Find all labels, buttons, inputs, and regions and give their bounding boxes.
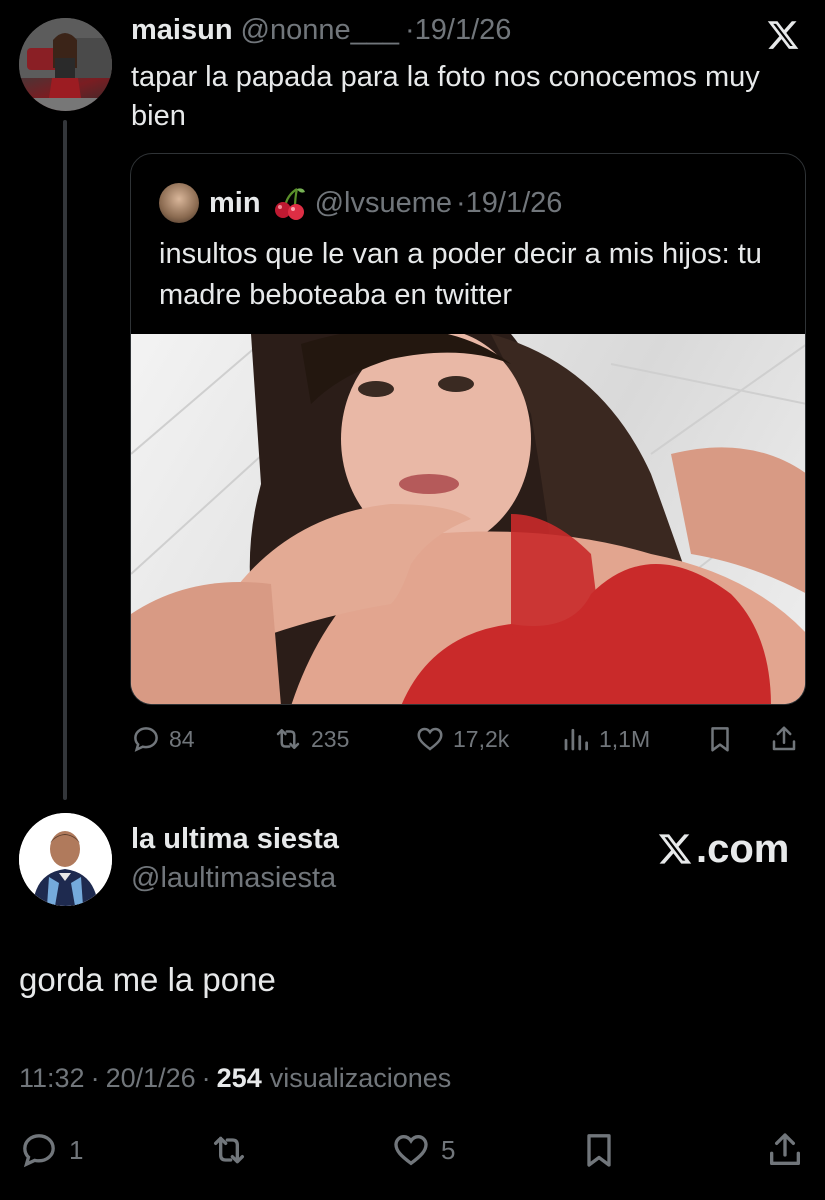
views-icon xyxy=(564,728,588,751)
author-avatar[interactable] xyxy=(19,18,112,111)
views-count: 1,1M xyxy=(599,725,651,752)
quoted-tweet[interactable]: min @lvsueme · 19/1/26 insultos que le v… xyxy=(130,153,806,705)
bookmark-icon xyxy=(711,727,729,752)
views-button[interactable]: 1,1M xyxy=(561,724,650,754)
reply-icon xyxy=(23,1134,55,1168)
reply-actions: 1 5 xyxy=(19,1130,809,1174)
reply-count: 84 xyxy=(169,725,195,752)
reply-views-label: visualizaciones xyxy=(269,1063,452,1093)
heart-icon xyxy=(394,1134,428,1166)
reply-text: gorda me la pone xyxy=(19,961,276,998)
reply-author-handle[interactable]: @laultimasiesta xyxy=(131,862,336,895)
separator-dot: · xyxy=(201,1063,211,1093)
reply-views-count: 254 xyxy=(216,1063,262,1093)
retweet-count: 235 xyxy=(311,725,350,752)
tweet-actions: 84 235 17,2k 1,1M xyxy=(131,724,811,760)
reply-button[interactable]: 84 xyxy=(131,724,195,754)
retweet-icon xyxy=(276,729,300,749)
share-icon xyxy=(770,1133,800,1165)
quoted-tweet-text: insultos que le van a poder decir a mis … xyxy=(159,238,762,311)
tweet-photo[interactable] xyxy=(131,334,805,704)
quoted-author-name[interactable]: min xyxy=(209,187,261,220)
reply-count: 1 xyxy=(69,1134,84,1165)
like-button[interactable]: 5 xyxy=(391,1130,455,1170)
x-logo-icon xyxy=(658,834,692,864)
share-button[interactable] xyxy=(769,724,807,754)
bookmark-button[interactable] xyxy=(579,1130,629,1170)
separator-dot: · xyxy=(90,1063,100,1093)
reply-meta: 11:32 · 20/1/26 · 254 visualizaciones xyxy=(19,1063,451,1094)
quoted-author-avatar[interactable] xyxy=(159,183,199,223)
retweet-button[interactable]: 235 xyxy=(273,724,349,754)
reply-author-avatar[interactable] xyxy=(19,813,112,906)
like-button[interactable]: 17,2k xyxy=(415,724,509,754)
share-button[interactable] xyxy=(765,1130,815,1170)
like-count: 17,2k xyxy=(453,725,510,752)
author-name[interactable]: maisun xyxy=(131,14,233,47)
cherries-icon xyxy=(271,185,307,221)
brand-text: .com xyxy=(696,826,790,871)
author-handle[interactable]: @nonne___ xyxy=(241,14,399,47)
reply-author-name[interactable]: la ultima siesta xyxy=(131,823,339,856)
tweet-header: maisun @nonne___ · 19/1/26 xyxy=(131,14,511,47)
quoted-tweet-header: min @lvsueme · 19/1/26 xyxy=(209,185,562,221)
reply-icon xyxy=(134,727,158,752)
x-com-watermark: .com xyxy=(656,826,789,872)
reply-time[interactable]: 11:32 xyxy=(19,1063,85,1094)
bookmark-button[interactable] xyxy=(705,724,743,754)
tweet-date[interactable]: 19/1/26 xyxy=(415,14,512,47)
retweet-icon xyxy=(214,1136,244,1164)
reply-date[interactable]: 20/1/26 xyxy=(106,1063,196,1094)
thread-line xyxy=(63,120,67,800)
x-logo-icon xyxy=(764,18,802,52)
bookmark-icon xyxy=(587,1134,611,1167)
retweet-button[interactable] xyxy=(209,1130,259,1170)
quoted-author-handle[interactable]: @lvsueme xyxy=(315,187,452,220)
heart-icon xyxy=(417,727,443,751)
reply-button[interactable]: 1 xyxy=(19,1130,83,1170)
separator-dot: · xyxy=(456,186,466,219)
tweet-text: tapar la papada para la foto nos conocem… xyxy=(131,61,760,132)
share-icon xyxy=(772,726,796,751)
quoted-tweet-date[interactable]: 19/1/26 xyxy=(466,187,563,220)
separator-dot: · xyxy=(405,14,415,46)
like-count: 5 xyxy=(441,1134,456,1165)
